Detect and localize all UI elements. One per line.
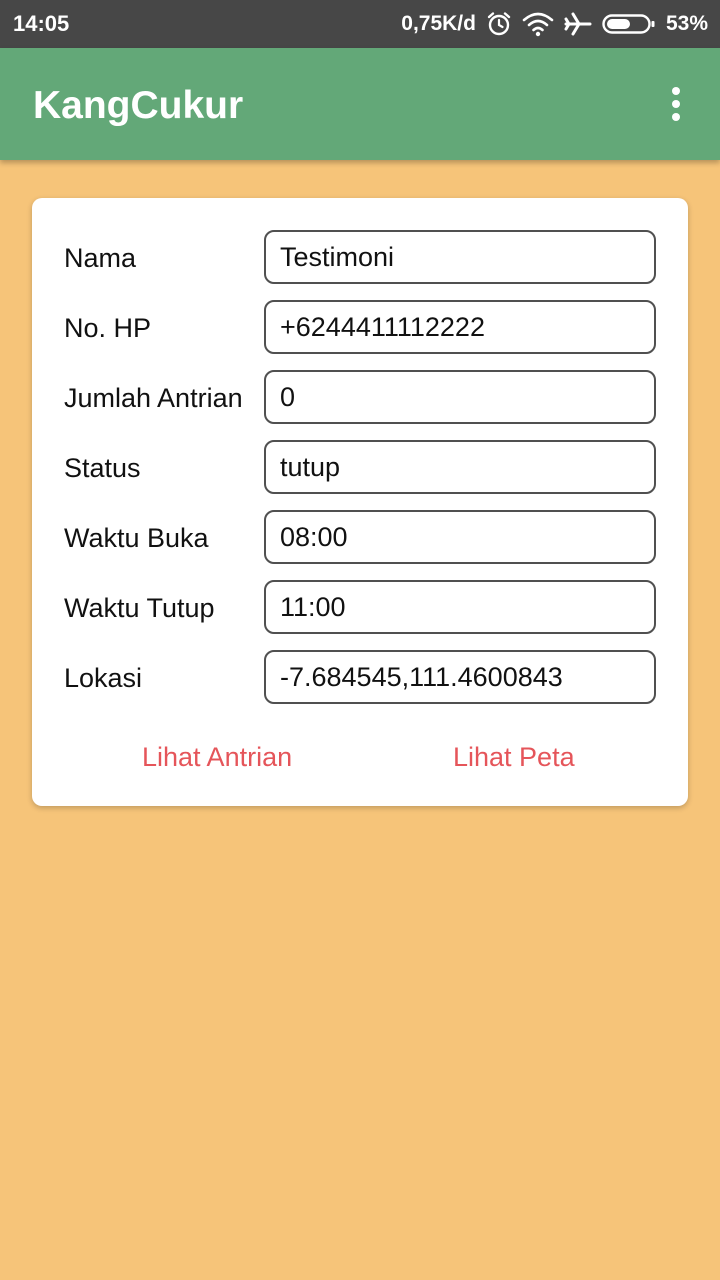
status-input[interactable] [264, 440, 656, 494]
field-row-status: Status [32, 440, 688, 494]
field-row-nama: Nama [32, 230, 688, 284]
overflow-menu-icon[interactable] [660, 80, 692, 128]
queue-count-input[interactable] [264, 370, 656, 424]
close-time-input[interactable] [264, 580, 656, 634]
queue-count-label: Jumlah Antrian [64, 383, 243, 413]
location-input[interactable] [264, 650, 656, 704]
open-time-input[interactable] [264, 510, 656, 564]
phone-input[interactable] [264, 300, 656, 354]
field-row-location: Lokasi [32, 650, 688, 704]
field-row-phone: No. HP [32, 300, 688, 354]
view-queue-button[interactable]: Lihat Antrian [142, 732, 292, 782]
battery-icon [602, 13, 656, 35]
view-map-button[interactable]: Lihat Peta [453, 732, 575, 782]
field-row-queue-count: Jumlah Antrian [32, 370, 688, 424]
status-time: 14:05 [13, 11, 70, 36]
alarm-icon [486, 11, 512, 37]
menu-dot [672, 100, 680, 108]
app-title: KangCukur [33, 84, 244, 127]
status-icons: 0,75K/d 53% [401, 8, 708, 40]
phone-label: No. HP [64, 313, 152, 343]
open-time-label: Waktu Buka [64, 523, 209, 553]
nama-label: Nama [64, 243, 137, 273]
field-row-close-time: Waktu Tutup [32, 580, 688, 634]
location-label: Lokasi [64, 663, 143, 693]
menu-dot [672, 113, 680, 121]
field-row-open-time: Waktu Buka [32, 510, 688, 564]
barbershop-detail-card: Nama No. HP Jumlah Antrian Status Waktu … [32, 198, 688, 806]
wifi-icon [522, 11, 554, 37]
app-bar: KangCukur [0, 48, 720, 160]
close-time-label: Waktu Tutup [64, 593, 215, 623]
net-speed: 0,75K/d [401, 12, 476, 35]
status-label: Status [64, 453, 141, 483]
status-bar: 14:05 0,75K/d 53% [0, 0, 720, 48]
nama-input[interactable] [264, 230, 656, 284]
battery-percent: 53% [665, 12, 708, 35]
menu-dot [672, 87, 680, 95]
airplane-icon [564, 11, 592, 37]
